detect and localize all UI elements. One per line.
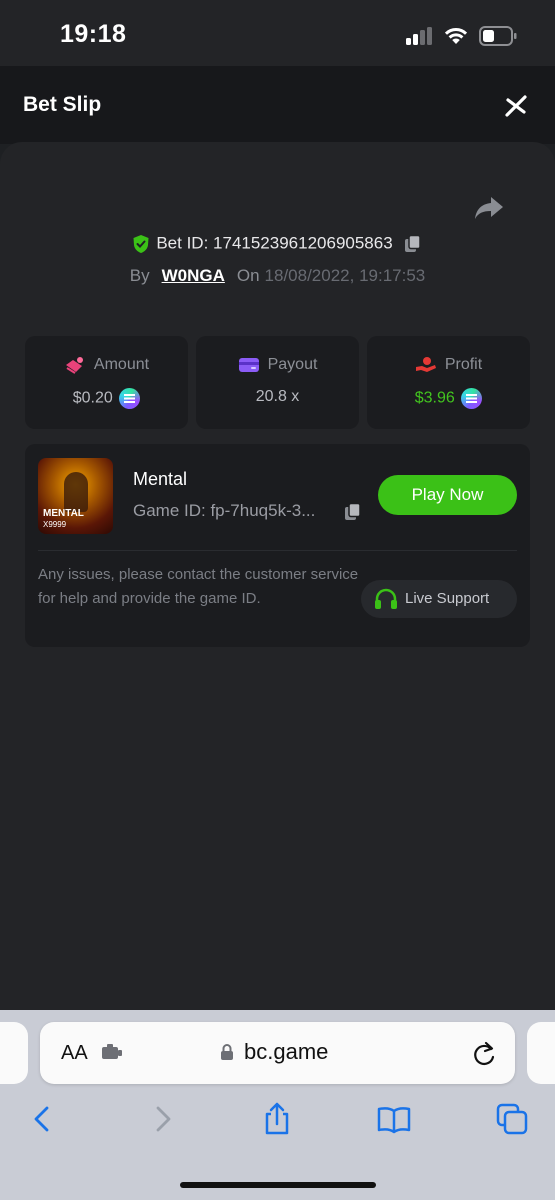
on-label: On <box>236 266 260 285</box>
forward-icon[interactable] <box>145 1102 179 1136</box>
profit-card: Profit $3.96 <box>367 336 530 429</box>
divider <box>38 550 517 551</box>
payout-card: Payout 20.8 x <box>196 336 359 429</box>
profit-hand-icon <box>415 357 436 372</box>
battery-icon <box>479 26 517 46</box>
status-time: 19:18 <box>60 20 127 48</box>
currency-coin-icon <box>119 388 141 410</box>
amount-label: Amount <box>93 356 150 373</box>
bet-id-value: 1741523961206905863 <box>213 233 393 253</box>
close-icon[interactable] <box>500 90 532 122</box>
headphones-icon <box>375 588 397 609</box>
amount-value: $0.20 <box>72 389 113 407</box>
back-icon[interactable] <box>26 1102 60 1136</box>
game-name: Mental <box>133 469 188 489</box>
share-icon[interactable] <box>473 194 505 222</box>
game-thumbnail[interactable]: MENTAL X9999 <box>38 458 113 534</box>
status-bar: 19:18 <box>0 0 555 66</box>
bookmarks-icon[interactable] <box>377 1102 411 1136</box>
bet-slip-header: Bet Slip <box>0 66 555 144</box>
copy-icon[interactable] <box>343 502 363 522</box>
help-text: Any issues, please contact the customer … <box>38 566 359 607</box>
wallet-icon <box>238 358 259 372</box>
profit-value: $3.96 <box>414 389 455 407</box>
bet-amount-icon <box>65 357 83 374</box>
profit-value-row: $3.96 <box>367 388 530 410</box>
aa-label: AA <box>61 1042 88 1064</box>
live-support-button[interactable]: Live Support <box>361 580 517 618</box>
reload-icon[interactable] <box>471 1040 497 1068</box>
copy-icon[interactable] <box>403 234 423 254</box>
reader-settings-button[interactable]: AA <box>61 1042 88 1065</box>
amount-value-row: $0.20 <box>25 388 188 410</box>
by-label: By <box>129 266 150 285</box>
game-thumb-subtitle: X9999 <box>43 520 67 529</box>
wifi-icon <box>444 27 468 44</box>
amount-label-row: Amount <box>25 356 188 374</box>
game-card: MENTAL X9999 Mental Game ID: fp-7huq5k-3… <box>25 444 530 647</box>
tabs-icon[interactable] <box>495 1102 529 1136</box>
live-support-label: Live Support <box>405 590 490 607</box>
game-id: Game ID: fp-7huq5k-3... <box>133 501 316 520</box>
game-art-figure <box>64 472 88 512</box>
bet-date: 18/08/2022, 19:17:53 <box>264 266 426 285</box>
share-sheet-icon[interactable] <box>260 1102 294 1136</box>
home-indicator <box>180 1182 376 1188</box>
game-thumb-title: MENTAL <box>43 508 84 519</box>
lock-icon <box>221 1044 233 1060</box>
profit-label-row: Profit <box>367 356 530 374</box>
url-text: bc.game <box>244 1039 329 1064</box>
currency-coin-icon <box>461 388 483 410</box>
play-now-button[interactable]: Play Now <box>378 475 517 515</box>
next-tab[interactable] <box>527 1022 555 1084</box>
verified-shield-icon <box>133 234 149 253</box>
previous-tab[interactable] <box>0 1022 28 1084</box>
extension-icon[interactable] <box>100 1044 124 1062</box>
payout-label-row: Payout <box>196 356 359 374</box>
page-title: Bet Slip <box>23 93 102 116</box>
address-bar[interactable]: AA bc.game <box>40 1022 515 1084</box>
payout-label: Payout <box>267 356 318 373</box>
bet-slip-panel: Bet ID: 1741523961206905863 By W0NGA On 18/… <box>0 142 555 1010</box>
bet-author-row: By W0NGA On 18/08/2022, 19:17:53 <box>0 266 555 286</box>
cellular-signal-icon <box>406 27 434 45</box>
profit-label: Profit <box>444 356 483 373</box>
browser-toolbar: AA bc.game <box>0 1010 555 1200</box>
bet-id-label: Bet ID: <box>156 233 209 253</box>
bet-id-row: Bet ID: 1741523961206905863 <box>0 233 555 254</box>
payout-value: 20.8 x <box>255 388 300 406</box>
amount-card: Amount $0.20 <box>25 336 188 429</box>
user-link[interactable]: W0NGA <box>162 266 225 285</box>
